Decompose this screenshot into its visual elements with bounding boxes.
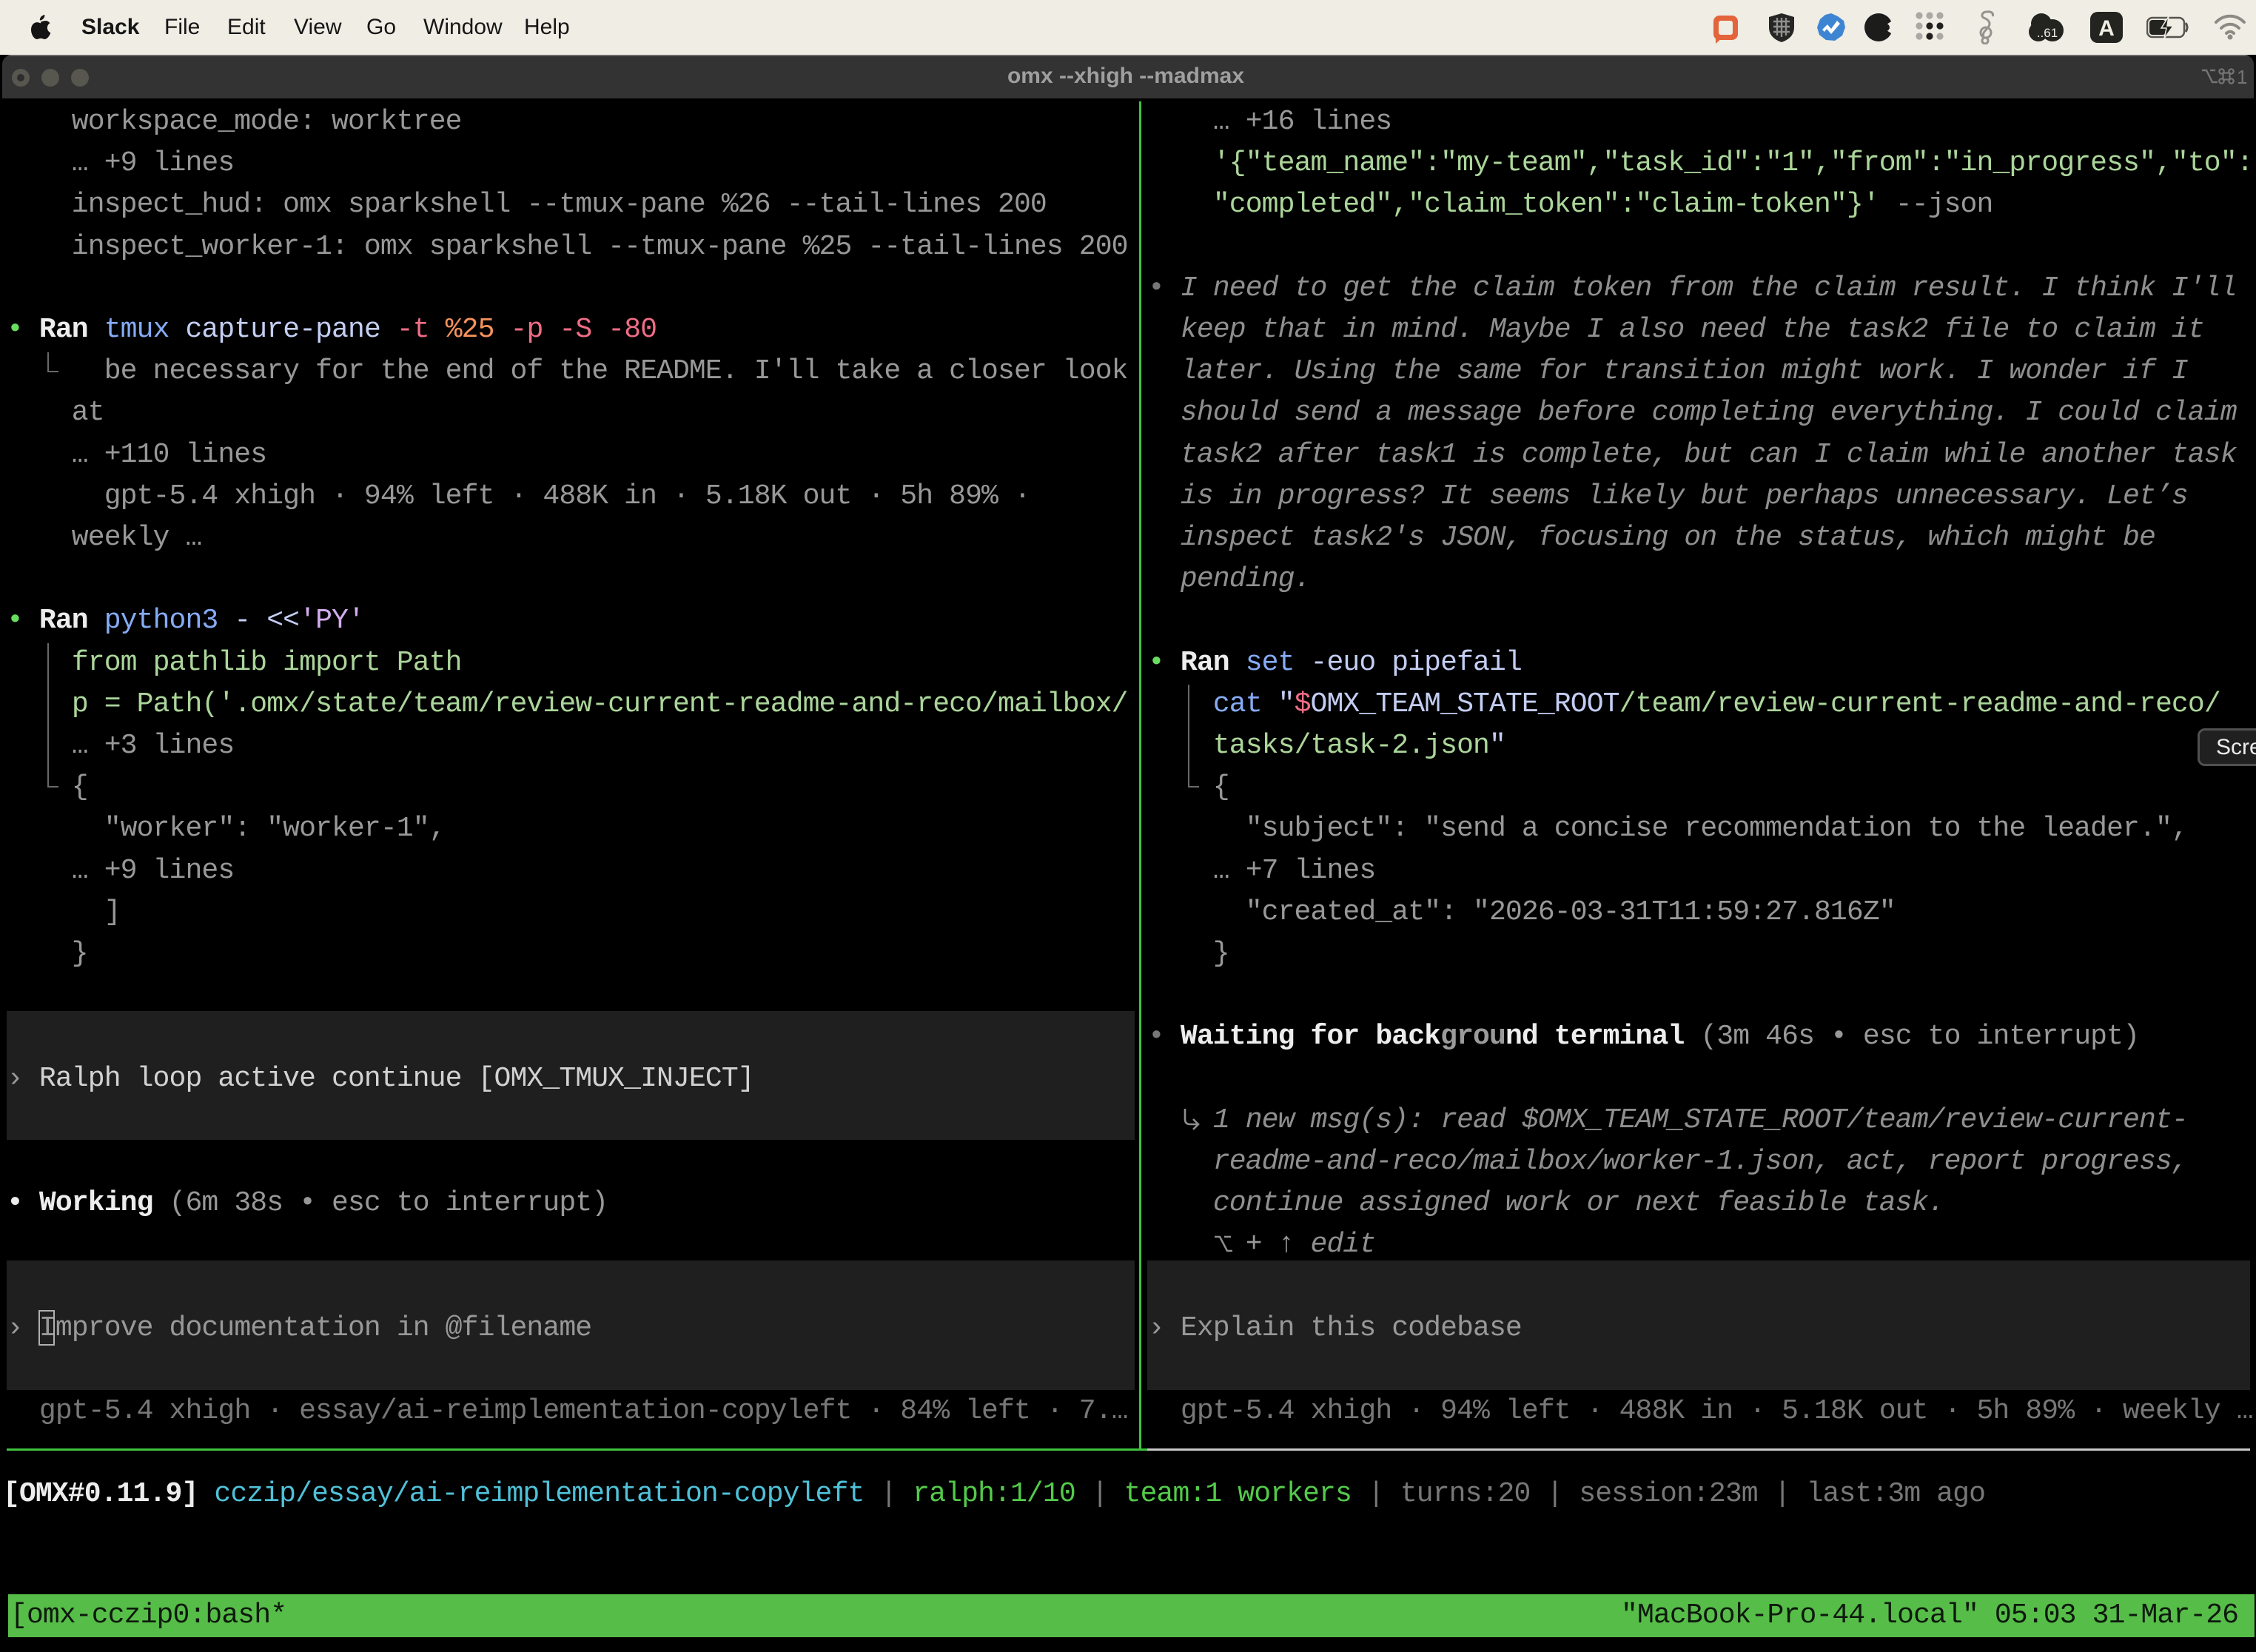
svg-text:1: 1 <box>2237 67 2247 87</box>
svg-text:A: A <box>2098 16 2115 41</box>
svg-text:..61: ..61 <box>2037 26 2058 40</box>
